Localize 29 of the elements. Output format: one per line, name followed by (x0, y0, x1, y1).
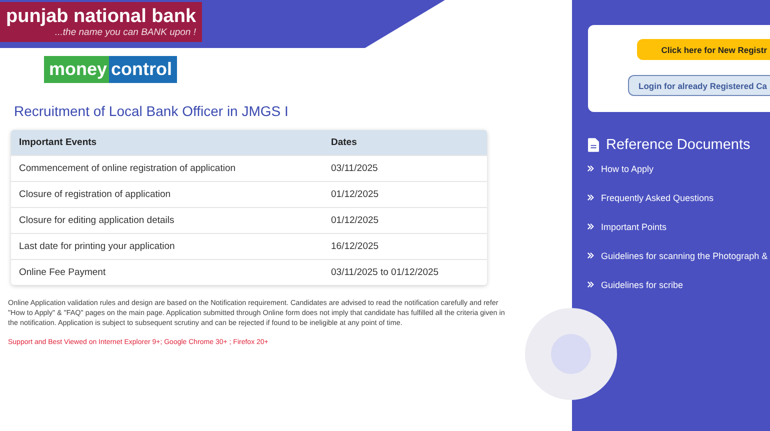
bank-logo: punjab national bank ...the name you can BANK upon ! (0, 2, 202, 42)
table-cell-text: Closure for editing application details (18, 215, 176, 226)
chevron-icon (587, 223, 594, 230)
table-cell-text: Online Fee Payment (18, 267, 107, 278)
table-cell-text: 01/12/2025 (331, 215, 380, 226)
table-cell-text: 01/12/2025 (331, 189, 380, 200)
column-header: Important Events (18, 137, 98, 148)
table-cell-text: Commencement of online registration of application (18, 163, 237, 174)
document-link[interactable]: Important Points (587, 212, 770, 241)
chevron-icon (587, 165, 594, 172)
document-link[interactable]: Guidelines for scanning the Photograph & (587, 241, 770, 270)
partner-logo: money control (44, 56, 178, 83)
table-cell-text: Last date for printing your application (18, 241, 176, 252)
login-button[interactable]: Login for already Registered Ca (628, 75, 770, 96)
table-cell-text: Closure of registration of application (18, 189, 172, 200)
chevron-icon (587, 281, 594, 288)
document-icon (588, 138, 599, 152)
page-title: Recruitment of Local Bank Officer in JMGS I (14, 103, 290, 119)
table-cell-text: 03/11/2025 to 01/12/2025 (331, 267, 440, 278)
document-link[interactable]: Frequently Asked Questions (587, 183, 770, 212)
column-header: Dates (331, 137, 358, 148)
chevron-icon (587, 252, 594, 259)
register-button[interactable]: Click here for New Registr (637, 39, 770, 60)
table-cell-text: 03/11/2025 (331, 163, 379, 174)
document-link[interactable]: Guidelines for scribe (587, 270, 770, 299)
section-heading: Reference Documents (606, 137, 750, 153)
document-link[interactable]: How to Apply (587, 154, 770, 183)
table-cell-text: 16/12/2025 (331, 241, 380, 252)
chevron-icon (587, 194, 594, 201)
